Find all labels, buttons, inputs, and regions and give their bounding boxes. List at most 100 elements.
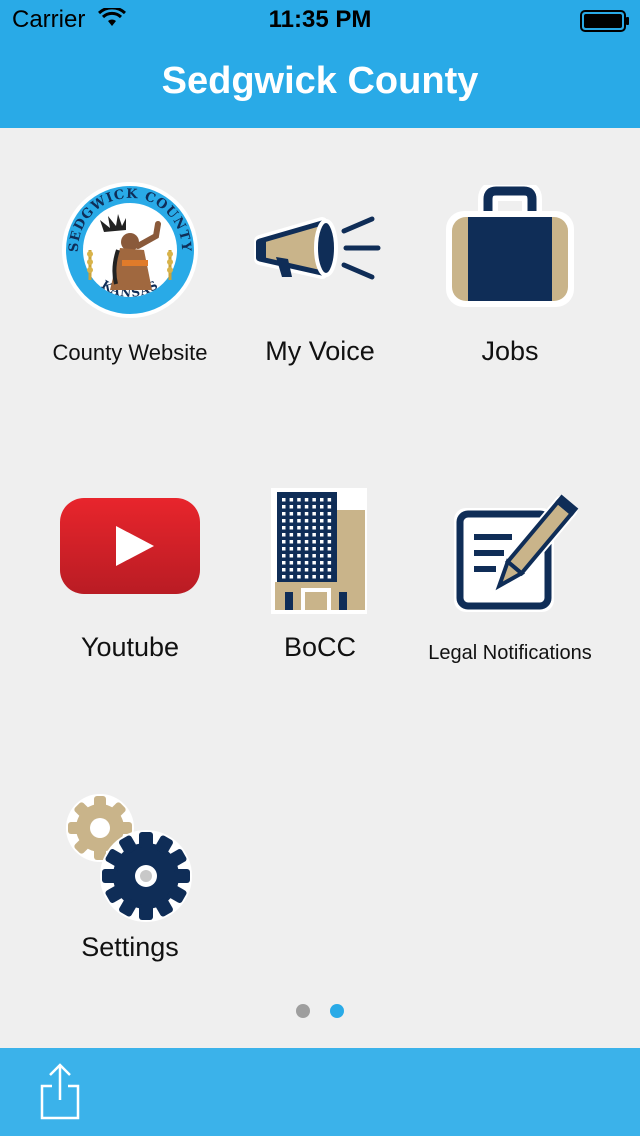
building-window [297, 561, 301, 565]
building-window [327, 505, 332, 509]
tile-label: Youtube [80, 632, 180, 662]
building-window [282, 575, 286, 579]
building-window [327, 554, 332, 558]
building-window [312, 568, 316, 572]
building-window [282, 568, 286, 572]
building-window [312, 561, 316, 565]
tile-jobs[interactable]: Jobs [415, 180, 605, 380]
building-window [304, 519, 309, 523]
megaphone-icon [225, 180, 415, 320]
building-window [297, 512, 301, 516]
building-window [289, 547, 294, 551]
building-window [282, 505, 286, 509]
building-window [297, 547, 301, 551]
building-window [327, 533, 332, 537]
building-window [304, 505, 309, 509]
building-window [289, 498, 294, 502]
building-window [320, 519, 324, 523]
building-window [312, 512, 316, 516]
building-window [297, 540, 301, 544]
building-window [289, 568, 294, 572]
building-window [289, 561, 294, 565]
page-indicator[interactable] [0, 1004, 640, 1023]
building-window [297, 519, 301, 523]
building-window [304, 561, 309, 565]
tile-my-voice[interactable]: My Voice [225, 180, 415, 380]
building-window [297, 554, 301, 558]
building-window [327, 575, 332, 579]
building-window [282, 540, 286, 544]
building-window [282, 554, 286, 558]
briefcase-icon [415, 180, 605, 320]
building-window [312, 498, 316, 502]
office-building-icon [225, 486, 415, 616]
building-window [320, 575, 324, 579]
building-window [320, 505, 324, 509]
building-window [297, 533, 301, 537]
tile-settings[interactable]: Settings [35, 784, 225, 964]
tile-label: My Voice [265, 336, 375, 366]
building-window [327, 498, 332, 502]
building-window [312, 505, 316, 509]
building-window [304, 554, 309, 558]
building-window [289, 526, 294, 530]
battery-icon [580, 10, 629, 32]
building-window [320, 498, 324, 502]
building-window [312, 533, 316, 537]
building-window [320, 533, 324, 537]
building-window [327, 561, 332, 565]
building-window [327, 540, 332, 544]
tile-label: Legal Notifications [428, 642, 592, 664]
navigation-bar: Sedgwick County [0, 40, 640, 128]
building-window [312, 526, 316, 530]
building-window [297, 526, 301, 530]
building-window [282, 519, 286, 523]
tile-label: Jobs [481, 336, 539, 366]
building-window [289, 575, 294, 579]
page-dot-1[interactable] [295, 1004, 310, 1018]
building-window [289, 519, 294, 523]
building-window [327, 547, 332, 551]
building-window [297, 575, 301, 579]
building-window [312, 575, 316, 579]
building-window [327, 526, 332, 530]
building-window [289, 533, 294, 537]
building-window [297, 498, 301, 502]
building-window [312, 540, 316, 544]
building-window [282, 533, 286, 537]
building-window [289, 554, 294, 558]
building-window [304, 540, 309, 544]
building-window [327, 568, 332, 572]
tile-label: County Website [52, 340, 208, 365]
building-window [320, 568, 324, 572]
gears-icon [35, 784, 225, 924]
building-window [282, 498, 286, 502]
page-dot-2-active[interactable] [330, 1004, 345, 1018]
building-window [320, 526, 324, 530]
building-window [304, 568, 309, 572]
building-window [320, 547, 324, 551]
building-window [282, 512, 286, 516]
tile-label: Settings [81, 932, 179, 962]
building-window [304, 575, 309, 579]
building-window [282, 526, 286, 530]
building-window [320, 540, 324, 544]
building-window [289, 505, 294, 509]
page-title: Sedgwick County [161, 60, 479, 102]
building-window [320, 512, 324, 516]
tile-youtube[interactable]: Youtube [35, 486, 225, 666]
tile-county-website[interactable]: SEDGWICK COUNTY KANSAS County Website [35, 180, 225, 380]
building-window [304, 498, 309, 502]
building-window [312, 547, 316, 551]
share-icon[interactable] [38, 1062, 82, 1122]
tile-legal-notifications[interactable]: Legal Notifications [415, 486, 605, 666]
building-window [282, 547, 286, 551]
building-window [282, 561, 286, 565]
building-window [320, 561, 324, 565]
status-time: 11:35 PM [268, 6, 372, 33]
building-window [312, 519, 316, 523]
tile-bocc[interactable]: BoCC [225, 486, 415, 666]
building-window [289, 512, 294, 516]
launcher-grid: SEDGWICK COUNTY KANSAS County Website My… [0, 128, 640, 1048]
building-window [297, 568, 301, 572]
